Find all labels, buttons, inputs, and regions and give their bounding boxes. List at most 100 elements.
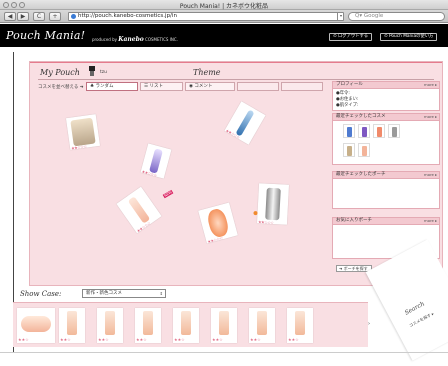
checked-cosme-thumb[interactable] xyxy=(343,143,355,157)
kanebo-brand: Kanebo xyxy=(118,36,144,43)
showcase-category-select[interactable]: 新作・新色コスメ ⇕ xyxy=(82,289,166,298)
showcase-item-image xyxy=(21,316,51,332)
showcase-item-image xyxy=(295,311,305,335)
back-button[interactable]: ◀ xyxy=(4,12,16,21)
reload-button[interactable]: C xyxy=(33,12,45,21)
showcase-item[interactable]: ★★☆ xyxy=(135,308,161,343)
sort-list-button[interactable]: ☰ リスト xyxy=(140,82,183,91)
profile-skin-type: ●肌タイプ: xyxy=(336,103,359,108)
new-badge: NEW xyxy=(162,189,174,199)
thumb-image xyxy=(347,146,352,156)
checked-cosme-title: 最近チェックしたコスメ xyxy=(336,114,386,119)
showcase-item[interactable]: ★★☆ xyxy=(173,308,199,343)
search-field[interactable]: Q▾ Google xyxy=(348,12,445,21)
perfume-bottle-image xyxy=(149,148,163,174)
pouch-divider xyxy=(38,79,434,80)
pouch-products-area: ★★☆☆☆ ★★☆☆☆ ★★☆☆☆ ★★☆☆☆ NEW ★★☆☆☆ ★★☆☆☆ xyxy=(38,94,328,284)
cream-tube-image xyxy=(127,196,151,224)
recent-pouch-more-link[interactable]: more ▸ xyxy=(424,172,437,178)
showcase-item-image xyxy=(67,311,77,335)
blue-tube-image xyxy=(235,109,255,137)
checked-cosme-thumb[interactable] xyxy=(388,124,400,138)
sort-random-button[interactable]: ♣ ランダム xyxy=(86,82,138,91)
showcase-item-rating: ★★☆ xyxy=(250,337,261,342)
favorite-pouch-more-link[interactable]: more ▸ xyxy=(424,218,437,224)
pouch-product-silver-bottle[interactable]: ★★☆☆☆ xyxy=(253,183,290,226)
showcase-label: Show Case: xyxy=(20,290,62,298)
product-rating: ★★☆☆☆ xyxy=(206,235,224,245)
showcase-item-rating: ★★☆ xyxy=(136,337,147,342)
showcase-item-rating: ★★☆ xyxy=(60,337,71,342)
produced-prefix: produced by xyxy=(92,37,117,42)
pouch-product-blue-tube[interactable]: ★★☆☆☆ xyxy=(224,101,266,145)
showcase-next-button[interactable]: › xyxy=(368,321,370,327)
forward-button[interactable]: ▶ xyxy=(17,12,29,21)
checked-cosme-more-link[interactable]: more ▸ xyxy=(424,114,437,120)
showcase-item[interactable]: ★★☆ xyxy=(17,308,55,343)
showcase-selected-value: 新作・新色コスメ xyxy=(86,291,122,296)
logout-button[interactable]: ⊙ ログアウトする xyxy=(329,33,373,41)
profile-more-link[interactable]: more ▸ xyxy=(424,82,437,88)
showcase-item-image xyxy=(257,311,267,335)
produced-by-text: produced by Kanebo COSMETICS INC. xyxy=(92,36,178,43)
pouch-product-orange-bottle[interactable]: ★★☆☆☆ xyxy=(198,202,238,245)
thumb-image xyxy=(362,127,367,137)
recent-pouch-box xyxy=(332,179,440,209)
pouch-product-compact[interactable]: ★★☆☆☆ xyxy=(65,114,101,151)
page-bottom-divider xyxy=(0,352,448,353)
checked-cosme-thumb[interactable] xyxy=(358,124,370,138)
sort-comment-button[interactable]: ◉ コメント xyxy=(185,82,235,91)
showcase-item-rating: ★★☆ xyxy=(212,337,223,342)
showcase-item-image xyxy=(181,311,191,335)
silver-bottle-image xyxy=(265,187,281,221)
sort-empty-slot-2 xyxy=(281,82,323,91)
checked-cosme-thumb[interactable] xyxy=(358,143,370,157)
url-field[interactable]: http://pouch.kanebo-cosmetics.jp/in xyxy=(68,12,344,21)
thumb-image xyxy=(347,127,352,137)
chevron-down-icon: ⇕ xyxy=(159,291,163,296)
browser-toolbar: ◀ ▶ C + http://pouch.kanebo-cosmetics.jp… xyxy=(0,10,448,23)
pouch-product-perfume[interactable]: ★★☆☆☆ xyxy=(140,143,172,179)
showcase-strip: ★★☆ ★★☆ ★★☆ ★★☆ ★★☆ ★★☆ ★★☆ ★★☆ xyxy=(13,302,368,347)
theme-label: Theme xyxy=(193,68,221,77)
user-avatar-icon[interactable] xyxy=(88,66,96,76)
checked-cosme-thumb[interactable] xyxy=(373,124,385,138)
recent-pouch-title: 最近チェックしたポーチ xyxy=(336,172,386,177)
pouch-panel: My Pouch tzu Theme コスメを並べ替える ➜ ♣ ランダム ☰ … xyxy=(29,61,443,286)
url-dropdown-icon[interactable]: ▾ xyxy=(337,12,344,21)
showcase-item-rating: ★★☆ xyxy=(98,337,109,342)
showcase-item-image xyxy=(143,311,153,335)
sort-empty-slot-1 xyxy=(237,82,279,91)
window-title: Pouch Mania! | カネボウ化粧品 xyxy=(179,3,269,10)
site-logo[interactable]: Pouch Mania! xyxy=(6,29,85,42)
showcase-item[interactable]: ★★☆ xyxy=(97,308,123,343)
window-titlebar: Pouch Mania! | カネボウ化粧品 xyxy=(0,0,448,10)
showcase-item[interactable]: ★★☆ xyxy=(249,308,275,343)
showcase-item-rating: ★★☆ xyxy=(18,337,29,342)
product-rating: ★★☆☆☆ xyxy=(257,219,274,226)
username: tzu xyxy=(100,70,107,75)
url-text: http://pouch.kanebo-cosmetics.jp/in xyxy=(78,13,177,19)
favorite-pouch-header: お気に入りポーチ more ▸ xyxy=(332,217,440,225)
orange-bottle-image xyxy=(205,207,231,239)
help-button[interactable]: ⊙ Pouch Maniaの使い方 xyxy=(380,33,438,41)
site-header: Pouch Mania! produced by Kanebo COSMETIC… xyxy=(0,24,448,47)
showcase-item-image xyxy=(105,311,115,335)
sort-list-label: リスト xyxy=(149,84,163,89)
checked-cosme-thumb[interactable] xyxy=(343,124,355,138)
showcase-item-rating: ★★☆ xyxy=(288,337,299,342)
recent-pouch-header: 最近チェックしたポーチ more ▸ xyxy=(332,171,440,179)
sort-label: コスメを並べ替える ➜ xyxy=(38,85,84,90)
add-bookmark-button[interactable]: + xyxy=(49,12,61,21)
showcase-item[interactable]: ★★☆ xyxy=(211,308,237,343)
showcase-item-image xyxy=(219,311,229,335)
profile-header: プロフィール more ▸ xyxy=(332,81,440,89)
profile-box: ●年令: ●お住まい: ●肌タイプ: xyxy=(332,89,440,111)
showcase-item-rating: ★★☆ xyxy=(174,337,185,342)
showcase-item[interactable]: ★★☆ xyxy=(59,308,85,343)
my-pouch-heading: My Pouch xyxy=(40,68,80,77)
favorite-pouch-title: お気に入りポーチ xyxy=(336,218,372,223)
produced-suffix: COSMETICS INC. xyxy=(145,37,178,42)
pouch-product-cream-tube[interactable]: ★★☆☆☆ xyxy=(116,186,162,234)
showcase-item[interactable]: ★★☆ xyxy=(287,308,313,343)
